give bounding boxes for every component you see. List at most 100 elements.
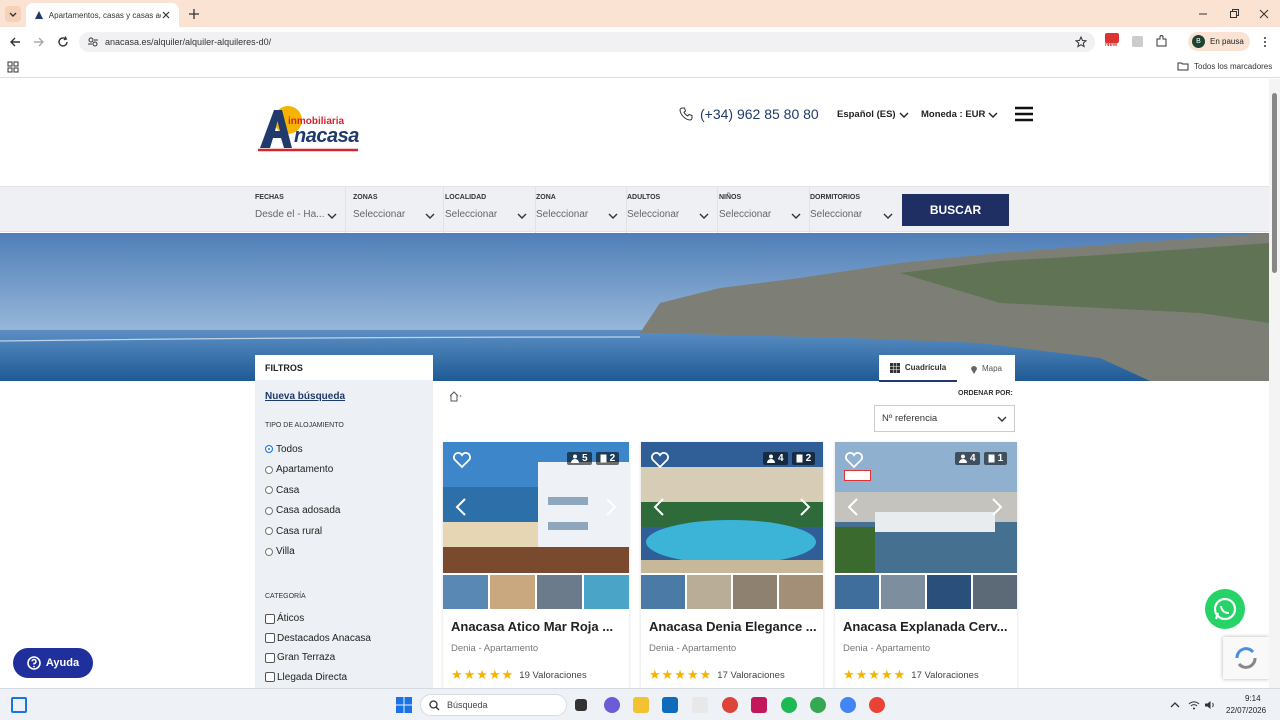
system-tray-chevron-icon[interactable] [1170, 701, 1180, 709]
apps-grid-icon[interactable] [7, 61, 19, 73]
bookmark-star-icon[interactable] [1075, 36, 1087, 48]
type-option-casa[interactable]: Casa [265, 480, 425, 501]
thumbnail[interactable] [641, 575, 685, 609]
checkbox[interactable] [265, 613, 275, 624]
widgets-icon[interactable] [11, 697, 27, 713]
chrome-profile-icon[interactable] [810, 697, 826, 713]
next-photo-arrow-icon[interactable] [991, 497, 1003, 517]
recaptcha-badge[interactable] [1223, 637, 1269, 679]
thumbnail[interactable] [779, 575, 823, 609]
property-title[interactable]: Anacasa Atico Mar Roja ... [451, 619, 613, 634]
favorite-heart-icon[interactable] [650, 451, 670, 469]
thumbnail[interactable] [835, 575, 879, 609]
site-logo[interactable]: inmobiliaria nacasa [258, 104, 362, 154]
search-field-zonas[interactable]: ZONAS Seleccionar [353, 187, 444, 233]
property-card[interactable]: 4 2 Anacasa Denia Elegance ... Denia - A… [641, 442, 823, 688]
search-button[interactable]: BUSCAR [902, 194, 1009, 226]
search-field-dormitorios[interactable]: DORMITORIOS Seleccionar [810, 187, 901, 233]
search-field-adultos[interactable]: ADULTOS Seleccionar [627, 187, 718, 233]
close-tab-icon[interactable] [161, 10, 171, 20]
help-button[interactable]: Ayuda [13, 648, 93, 678]
taskbar-time[interactable]: 9:14 [1245, 694, 1261, 703]
hamburger-menu-icon[interactable] [1014, 106, 1034, 122]
type-option-casa-rural[interactable]: Casa rural [265, 521, 425, 542]
favorite-heart-icon[interactable] [844, 451, 864, 469]
windows-start-icon[interactable] [396, 697, 412, 713]
radio-button[interactable] [265, 506, 273, 515]
type-option-apartamento[interactable]: Apartamento [265, 460, 425, 481]
tab-list-button[interactable] [5, 6, 21, 22]
chrome-icon[interactable] [722, 697, 738, 713]
task-view-icon[interactable] [575, 699, 587, 711]
checkbox[interactable] [265, 652, 275, 663]
thumbnail[interactable] [584, 575, 629, 609]
whatsapp-button[interactable] [1205, 589, 1245, 629]
file-explorer-icon[interactable] [633, 697, 649, 713]
currency-selector[interactable]: Moneda : EUR [921, 109, 998, 120]
back-arrow-icon[interactable] [9, 36, 21, 48]
chrome-active-icon[interactable] [840, 697, 856, 713]
profile-button[interactable]: B En pausa [1188, 32, 1250, 51]
all-bookmarks-folder[interactable]: Todos los marcadores [1177, 61, 1272, 71]
next-photo-arrow-icon[interactable] [799, 497, 811, 517]
taskbar-search[interactable]: Búsqueda [420, 694, 567, 716]
close-window-icon[interactable] [1258, 8, 1270, 20]
reload-icon[interactable] [57, 36, 69, 48]
extension-grey-icon[interactable] [1132, 36, 1143, 47]
search-field-localidad[interactable]: LOCALIDAD Seleccionar [445, 187, 536, 233]
map-view-tab[interactable]: Mapa [957, 355, 1015, 382]
radio-button[interactable] [265, 445, 273, 454]
search-field-fechas[interactable]: FECHAS Desde el - Ha... [255, 187, 346, 233]
thumbnail[interactable] [973, 575, 1017, 609]
thumbnail[interactable] [490, 575, 535, 609]
volume-icon[interactable] [1204, 700, 1216, 710]
chrome-alt-icon[interactable] [869, 697, 885, 713]
chat-app-icon[interactable] [604, 697, 620, 713]
category-option-aticos[interactable]: Áticos [265, 609, 425, 629]
property-card[interactable]: 5 2 Anacasa Atico Mar Roja ... Denia - A… [443, 442, 629, 688]
browser-menu-icon[interactable] [1262, 36, 1268, 48]
radio-button[interactable] [265, 527, 273, 536]
browser-tab[interactable]: Apartamentos, casas y casas ad [26, 3, 179, 27]
thumbnail[interactable] [927, 575, 971, 609]
phone-contact[interactable]: (+34) 962 85 80 80 [679, 106, 819, 122]
radio-button[interactable] [265, 547, 273, 556]
property-title[interactable]: Anacasa Denia Elegance ... [649, 619, 817, 634]
type-option-casa-adosada[interactable]: Casa adosada [265, 501, 425, 522]
category-option-gran-terraza[interactable]: Gran Terraza [265, 648, 425, 668]
language-selector[interactable]: Español (ES) [837, 109, 909, 120]
page-scrollbar[interactable] [1269, 79, 1280, 688]
address-bar[interactable]: anacasa.es/alquiler/alquiler-alquileres-… [79, 32, 1095, 52]
extensions-puzzle-icon[interactable] [1155, 35, 1168, 48]
scrollbar-thumb[interactable] [1272, 93, 1277, 273]
radio-button[interactable] [265, 486, 273, 495]
search-field-zona[interactable]: ZONA Seleccionar [536, 187, 627, 233]
next-photo-arrow-icon[interactable] [605, 497, 617, 517]
search-field-ninos[interactable]: NIÑOS Seleccionar [719, 187, 810, 233]
minimize-window-icon[interactable] [1197, 8, 1209, 20]
property-card[interactable]: 4 1 Anacasa Explanada Cerv... Denia - Ap… [835, 442, 1017, 688]
thumbnail[interactable] [537, 575, 582, 609]
forward-arrow-icon[interactable] [33, 36, 45, 48]
restore-window-icon[interactable] [1228, 8, 1240, 20]
type-option-villa[interactable]: Villa [265, 542, 425, 563]
thumbnail[interactable] [733, 575, 777, 609]
checkbox[interactable] [265, 633, 275, 644]
spotify-icon[interactable] [781, 697, 797, 713]
category-option-destacados[interactable]: Destacados Anacasa [265, 629, 425, 649]
category-option-llegada-directa[interactable]: Llegada Directa [265, 668, 425, 688]
type-option-todos[interactable]: Todos [265, 439, 425, 460]
app-pink-icon[interactable] [751, 697, 767, 713]
radio-button[interactable] [265, 465, 273, 474]
prev-photo-arrow-icon[interactable] [847, 497, 859, 517]
slack-icon[interactable] [692, 697, 708, 713]
outlook-icon[interactable] [662, 697, 678, 713]
favorite-heart-icon[interactable] [452, 451, 472, 469]
thumbnail[interactable] [443, 575, 488, 609]
wifi-icon[interactable] [1188, 700, 1200, 710]
thumbnail[interactable] [881, 575, 925, 609]
checkbox[interactable] [265, 672, 275, 683]
grid-view-tab[interactable]: Cuadrícula [879, 355, 957, 382]
order-by-select[interactable]: Nº referencia [874, 405, 1015, 432]
site-info-icon[interactable] [87, 36, 99, 48]
